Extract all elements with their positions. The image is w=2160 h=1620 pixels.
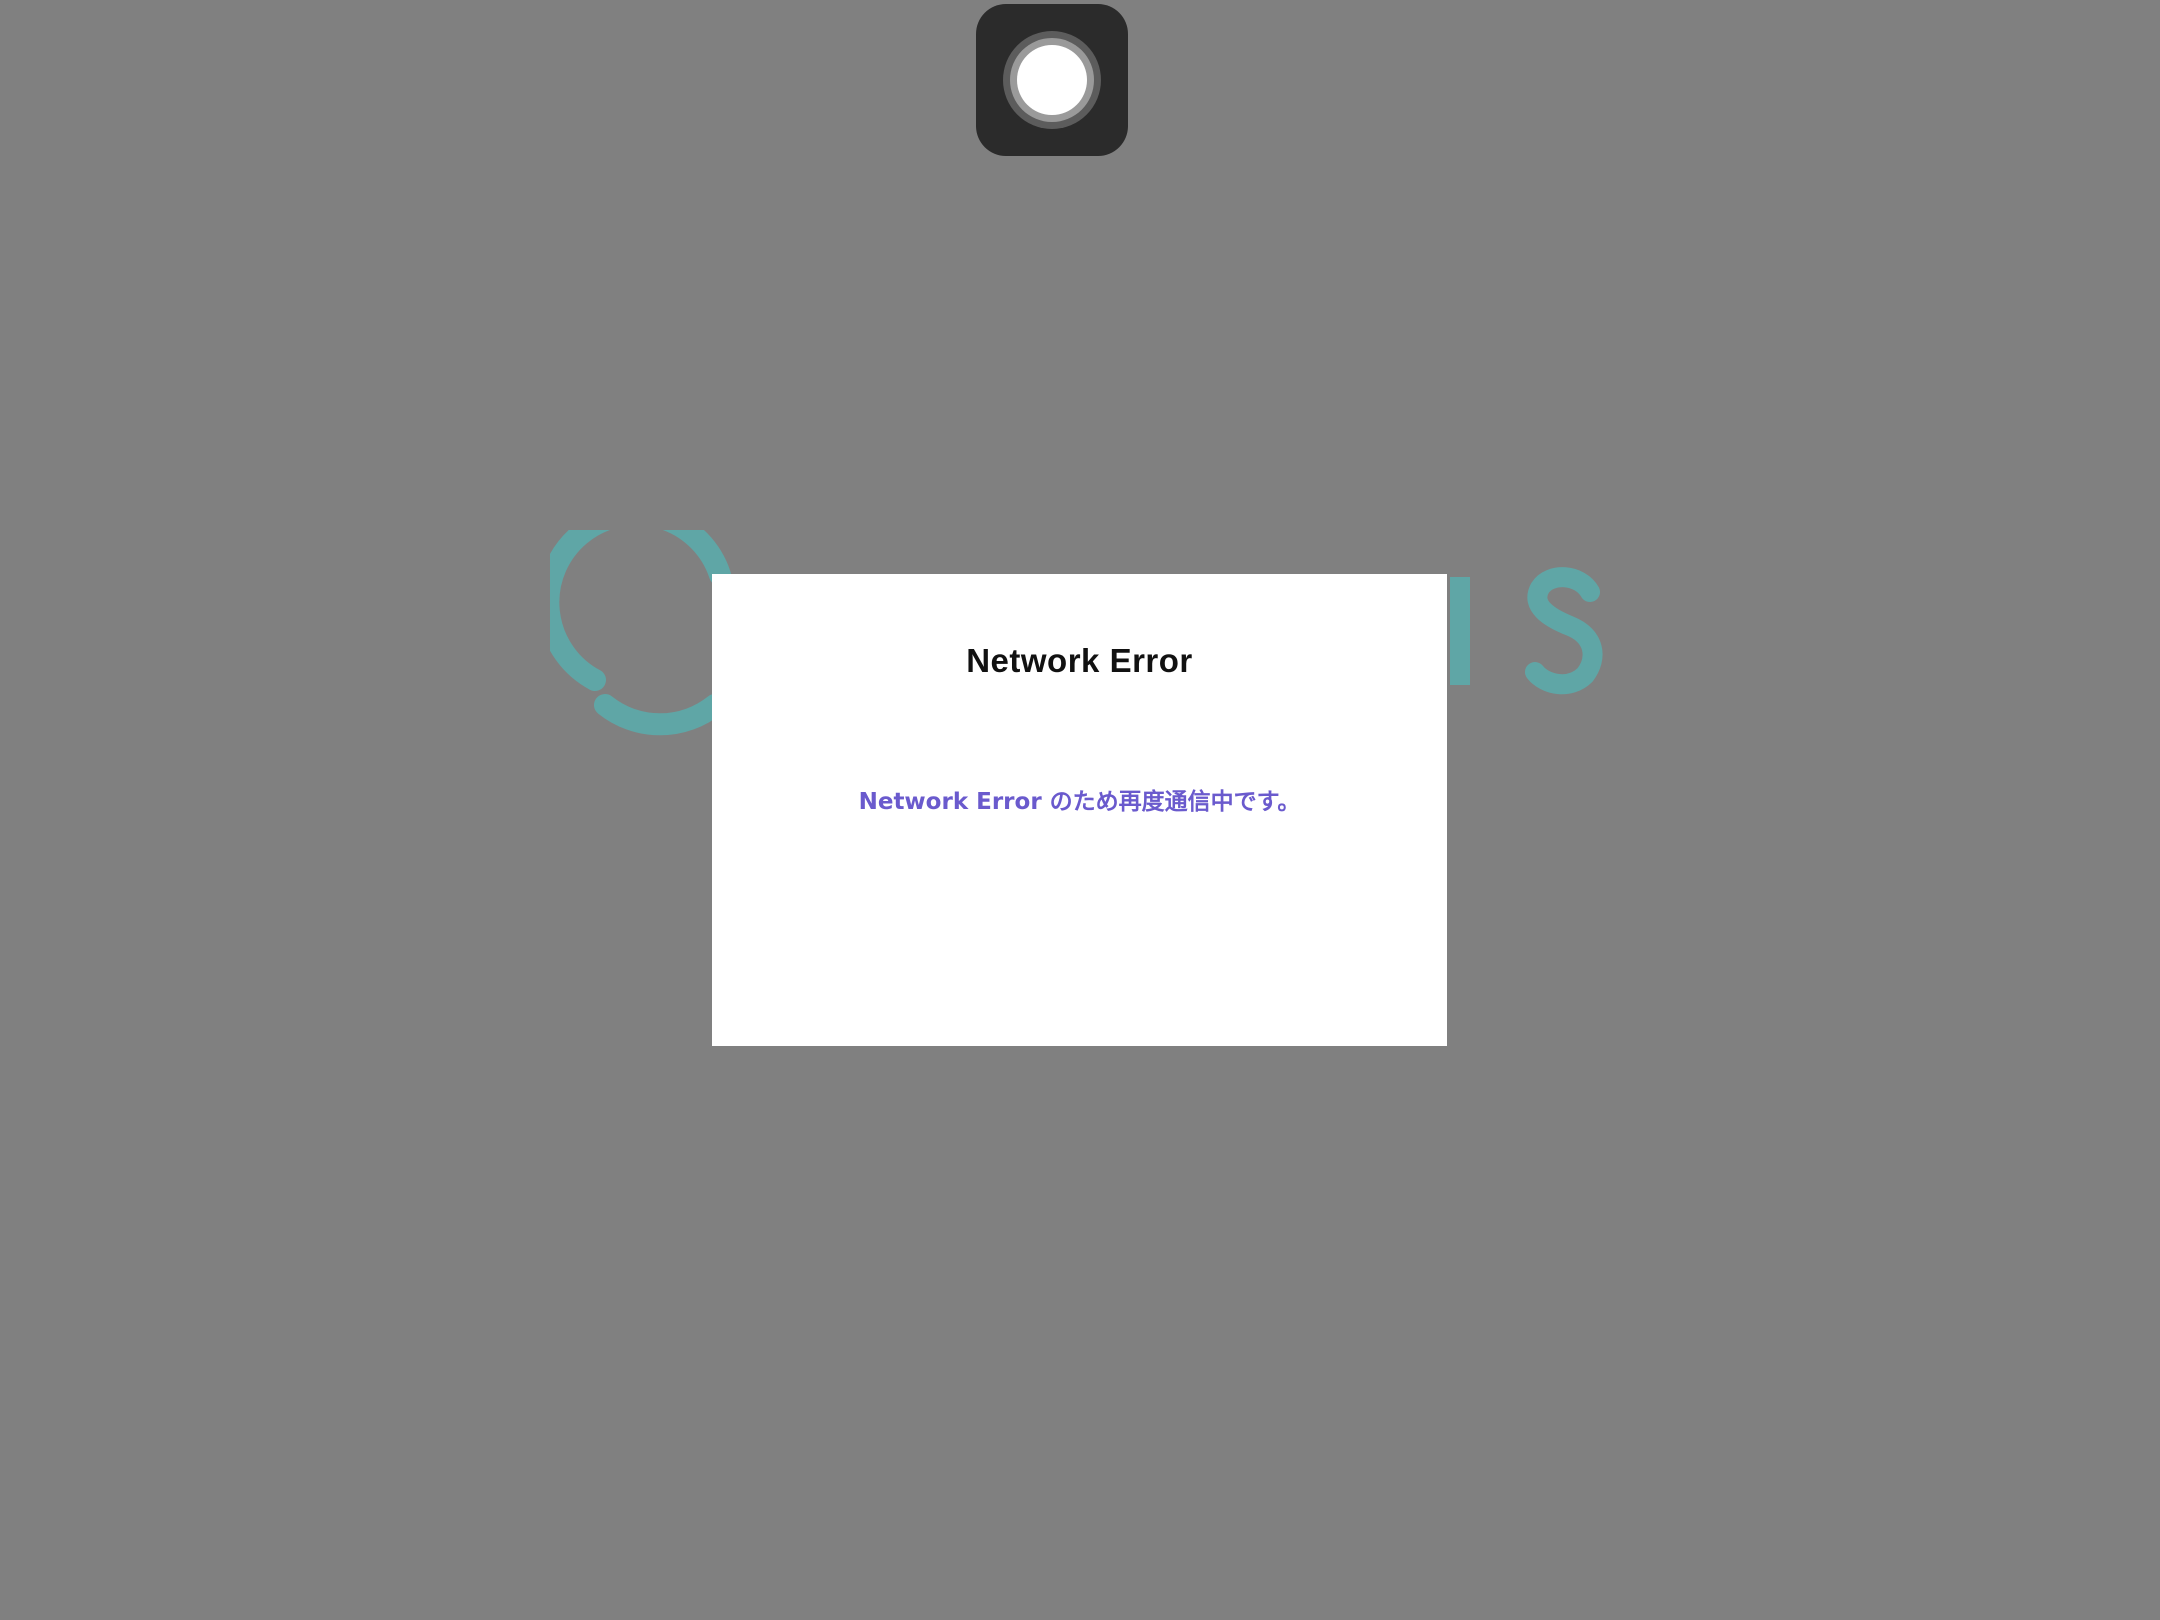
assistive-touch-button[interactable] xyxy=(976,4,1128,156)
dialog-title: Network Error xyxy=(966,642,1193,679)
network-error-dialog: Network Error Network Error のため再度通信中です。 xyxy=(712,574,1447,1046)
logo-letter-s xyxy=(1525,567,1603,695)
assistive-touch-icon xyxy=(1003,31,1101,129)
dialog-message: Network Error のため再度通信中です。 xyxy=(858,789,1301,815)
logo-ring-icon xyxy=(550,530,731,691)
